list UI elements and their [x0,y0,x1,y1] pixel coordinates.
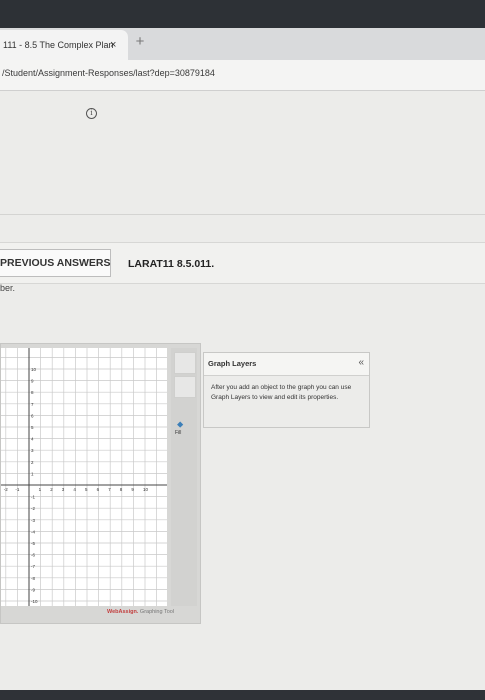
question-text-fragment: ber. [0,283,16,293]
x-tick-label: -2 [4,487,8,492]
brand-name: WebAssign. [107,609,139,615]
y-tick-label: -1 [31,495,35,500]
url-text[interactable]: /Student/Assignment-Responses/last?dep=3… [2,68,215,78]
address-bar[interactable]: /Student/Assignment-Responses/last?dep=3… [0,60,485,91]
info-icon[interactable]: i [86,108,97,119]
y-tick-label: -8 [31,576,35,581]
graph-layers-panel: Graph Layers « After you add an object t… [203,352,370,428]
y-tick-label: 10 [31,367,37,372]
delete-tool-button[interactable] [174,376,196,398]
y-tick-label: 2 [31,460,34,465]
y-tick-label: -3 [31,518,35,523]
coordinate-grid[interactable]: 10 9 8 7 6 5 4 3 2 1 -1 -2 -3 -4 -5 -6 -7 -8 -9 -10 -2 -1 1 2 3 4… [1,348,167,606]
y-tick-label: -9 [31,587,35,592]
window-bottom [0,690,485,700]
y-tick-label: 7 [31,402,34,407]
previous-answers-label: PREVIOUS ANSWERS [0,257,111,269]
y-tick-label: -5 [31,541,35,546]
x-tick-label: -1 [15,487,19,492]
x-tick-label: 3 [62,487,65,492]
graph-layers-text: After you add an object to the graph you… [211,384,352,401]
x-tick-label: 7 [108,487,111,492]
question-header: PREVIOUS ANSWERS LARAT11 8.5.011. [0,242,485,284]
y-tick-label: 8 [31,390,34,395]
x-tick-label: 8 [120,487,123,492]
graph-canvas[interactable]: 10 9 8 7 6 5 4 3 2 1 -1 -2 -3 -4 -5 -6 -7 -8 -9 -10 -2 -1 1 2 3 4… [1,348,167,606]
y-tick-label: -6 [31,553,35,558]
new-tab-button[interactable]: + [132,34,148,50]
webassign-branding: WebAssign. Graphing Tool [107,609,174,615]
divider [0,214,485,215]
y-tick-label: 6 [31,413,34,418]
y-tick-label: 4 [31,437,34,442]
x-tick-label: 9 [131,487,134,492]
x-tick-label: 10 [143,487,149,492]
browser-tab[interactable]: 111 - 8.5 The Complex Plan × [0,30,128,60]
graph-layers-header: Graph Layers « [204,353,369,376]
fill-icon[interactable]: ⬥ [177,419,183,430]
y-tick-label: -10 [31,599,38,604]
x-tick-label: 5 [85,487,88,492]
previous-answers-button[interactable]: PREVIOUS ANSWERS [0,249,111,277]
close-icon[interactable]: × [110,30,116,60]
window-top [0,0,485,28]
y-tick-label: 3 [31,448,34,453]
graph-toolbar: ⬥ Fill [171,348,197,606]
y-tick-label: -4 [31,529,35,534]
tab-title: 111 - 8.5 The Complex Plan [3,40,114,50]
fill-label: Fill [175,430,182,436]
y-tick-label: 5 [31,425,34,430]
graph-widget: 10 9 8 7 6 5 4 3 2 1 -1 -2 -3 -4 -5 -6 -7 -8 -9 -10 -2 -1 1 2 3 4… [0,343,201,624]
x-tick-label: 2 [50,487,53,492]
y-tick-label: 1 [31,471,34,476]
tab-bar: 111 - 8.5 The Complex Plan × [0,28,485,60]
y-tick-label: -2 [31,506,35,511]
collapse-icon[interactable]: « [358,357,364,368]
x-tick-label: 6 [97,487,100,492]
x-tick-label: 1 [39,487,42,492]
y-tick-label: -7 [31,564,35,569]
y-tick-label: 9 [31,379,34,384]
x-tick-label: 4 [73,487,76,492]
brand-suffix: Graphing Tool [138,609,175,615]
point-tool-button[interactable] [174,352,196,374]
graph-layers-title: Graph Layers [208,359,257,368]
question-id: LARAT11 8.5.011. [128,258,215,270]
page-content: i PREVIOUS ANSWERS LARAT11 8.5.011. ber.… [0,91,485,700]
